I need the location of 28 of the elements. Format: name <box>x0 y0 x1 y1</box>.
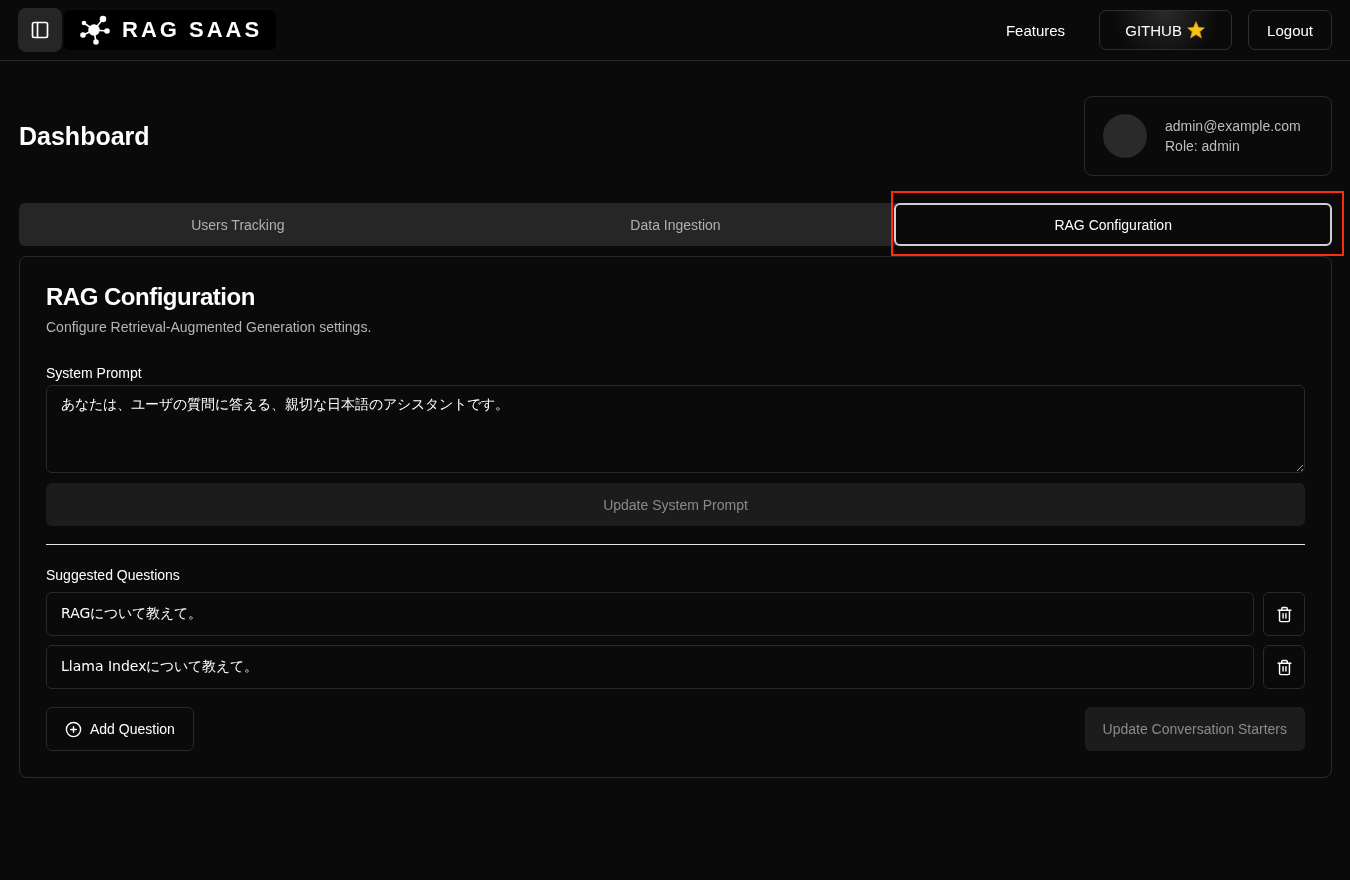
trash-icon <box>1275 605 1293 623</box>
question-field[interactable]: RAGについて教えて。 <box>46 592 1254 636</box>
tab[interactable]: Data Ingestion <box>456 203 895 246</box>
network-logo-icon <box>78 14 110 46</box>
page-title: Dashboard <box>19 121 150 151</box>
user-role: Role: admin <box>1165 138 1241 154</box>
delete-button[interactable] <box>1263 592 1305 636</box>
user-email: admin@example.com <box>1165 118 1301 134</box>
star-icon <box>1185 20 1206 40</box>
card-title: RAG Configuration <box>46 283 256 311</box>
field-label: System Prompt <box>46 365 143 381</box>
logo[interactable]: RAG SAAS <box>64 10 277 50</box>
tab[interactable]: Users Tracking <box>19 203 457 246</box>
question-field[interactable]: Llama Indexについて教えて。 <box>46 645 1254 689</box>
sidebar-icon <box>30 20 50 40</box>
brand-name: RAG SAAS <box>122 17 263 43</box>
system-prompt-field[interactable]: あなたは、ユーザの質問に答える、親切な日本語のアシスタントです。 <box>46 385 1305 473</box>
logout-button[interactable]: Logout <box>1248 10 1332 50</box>
delete-button[interactable] <box>1263 645 1305 689</box>
avatar <box>1103 114 1147 158</box>
github-button[interactable]: GITHUB <box>1099 10 1233 50</box>
field-label: Suggested Questions <box>46 567 181 583</box>
add-question-button[interactable]: Add Question <box>46 707 194 751</box>
card-description: Configure Retrieval-Augmented Generation settings. <box>46 319 373 335</box>
tab[interactable]: RAG Configuration <box>894 203 1332 246</box>
trash-icon <box>1275 658 1293 676</box>
sidebar-toggle-button[interactable] <box>18 8 62 52</box>
plus-circle-icon <box>65 720 82 738</box>
